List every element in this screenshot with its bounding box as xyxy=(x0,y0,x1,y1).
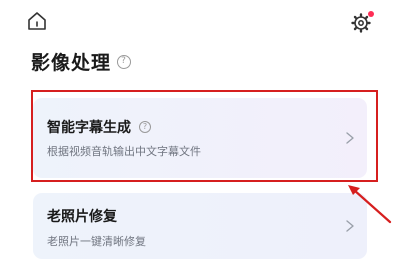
help-icon[interactable]: ? xyxy=(139,121,151,133)
card-title-text: 老照片修复 xyxy=(47,209,117,225)
chevron-right-icon xyxy=(346,132,354,144)
card-description: 老照片一键清晰修复 xyxy=(47,235,146,248)
card-description: 根据视频音轨输出中文字幕文件 xyxy=(47,145,201,158)
settings-button[interactable] xyxy=(350,10,374,34)
notification-dot xyxy=(368,11,374,17)
card-title: 老照片修复 xyxy=(47,206,117,226)
section-title: 影像处理 ? xyxy=(31,48,132,75)
annotation-arrow-icon xyxy=(348,185,392,224)
help-icon[interactable]: ? xyxy=(117,54,132,69)
home-icon[interactable] xyxy=(26,10,48,32)
card-title: 智能字幕生成 ? xyxy=(47,117,151,137)
card-photo-restore[interactable]: 老照片修复 老照片一键清晰修复 xyxy=(33,193,367,259)
section-title-text: 影像处理 xyxy=(31,52,112,74)
card-smart-subtitle[interactable]: 智能字幕生成 ? 根据视频音轨输出中文字幕文件 xyxy=(33,98,367,178)
card-title-text: 智能字幕生成 xyxy=(47,120,131,136)
